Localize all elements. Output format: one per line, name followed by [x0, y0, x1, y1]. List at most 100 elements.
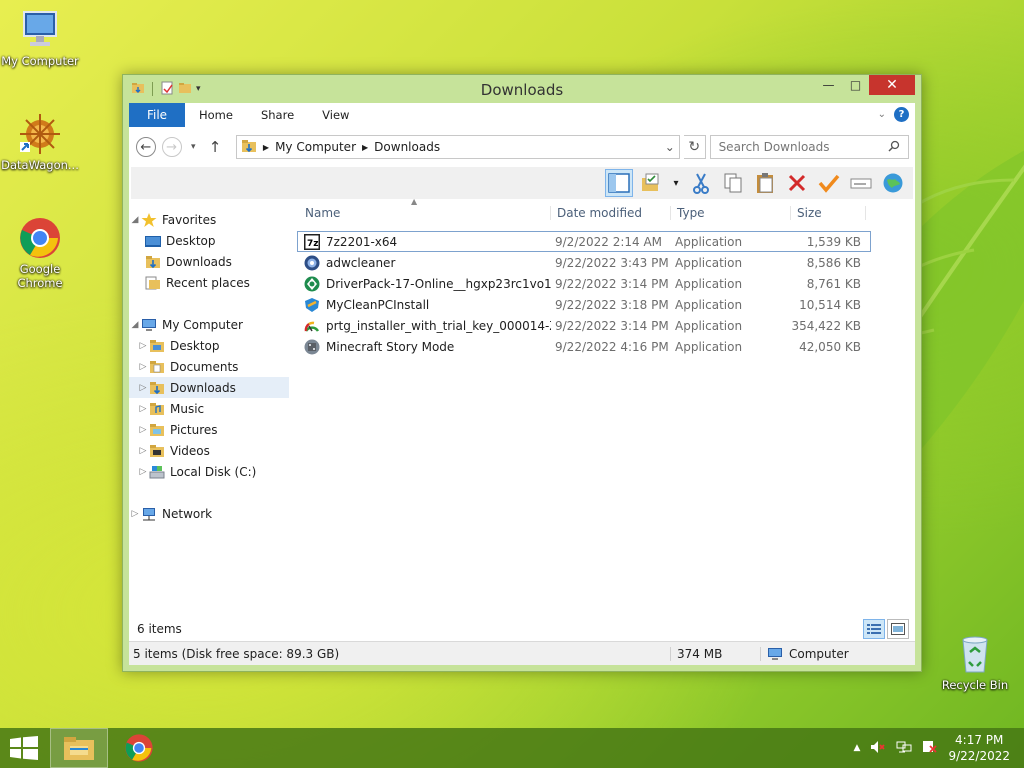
minimize-button[interactable]: — [815, 75, 842, 95]
cut-button[interactable] [687, 169, 715, 197]
title-bar[interactable]: ▾ Downloads — □ ✕ [123, 75, 921, 103]
desktop-icon-datawagon[interactable]: DataWagon... [0, 112, 80, 172]
expanded-arrow-icon[interactable]: ◢ [129, 320, 141, 330]
breadcrumb-separator-icon[interactable]: ▶ [263, 143, 269, 152]
collapsed-arrow-icon[interactable]: ▷ [129, 509, 141, 519]
large-icons-view-button[interactable] [887, 619, 909, 639]
chrome-icon [18, 216, 62, 260]
preview-pane-button[interactable] [605, 169, 633, 197]
file-row[interactable]: DriverPack-17-Online__hgxp23rc1vo1tx7 9/… [297, 273, 871, 294]
breadcrumb-downloads[interactable]: Downloads [374, 140, 440, 154]
internet-button[interactable] [879, 169, 907, 197]
system-tray: ▲ 4:17 PM 9/22/2022 [854, 728, 1024, 768]
more-options-button[interactable]: ▾ [669, 169, 683, 197]
properties-icon[interactable] [160, 81, 174, 98]
desktop-icon-my-computer[interactable]: My Computer [0, 8, 80, 68]
expand-ribbon-icon[interactable]: ⌄ [878, 109, 886, 120]
minecraft-icon [304, 339, 320, 354]
nav-pc-videos[interactable]: ▷ Videos [129, 440, 289, 461]
explorer-body: ← → ▾ ↑ ▶ My Computer ▶ Downloads ⌄ ↻ Se… [129, 127, 915, 665]
forward-button[interactable]: → [161, 136, 183, 158]
clock[interactable]: 4:17 PM 9/22/2022 [948, 732, 1010, 764]
file-row[interactable]: adwcleaner 9/22/2022 3:43 PM Application… [297, 252, 871, 273]
help-icon[interactable]: ? [894, 107, 909, 122]
nav-pc-music[interactable]: ▷ Music [129, 398, 289, 419]
address-dropdown-icon[interactable]: ⌄ [665, 140, 675, 154]
paste-button[interactable] [751, 169, 779, 197]
column-header-name[interactable]: Name ▲ [289, 197, 550, 220]
volume-muted-icon[interactable] [870, 740, 886, 757]
expanded-arrow-icon[interactable]: ◢ [129, 215, 141, 225]
tab-home[interactable]: Home [185, 103, 247, 127]
tab-file[interactable]: File [129, 103, 185, 127]
nav-fav-desktop[interactable]: Desktop [129, 230, 289, 251]
nav-pc-pictures[interactable]: ▷ Pictures [129, 419, 289, 440]
nav-my-computer[interactable]: ◢ My Computer [129, 314, 289, 335]
nav-label: Local Disk (C:) [170, 464, 257, 479]
computer-icon [141, 318, 157, 332]
taskbar-google-chrome[interactable] [110, 728, 168, 768]
collapsed-arrow-icon[interactable]: ▷ [137, 404, 149, 414]
nav-pc-downloads[interactable]: ▷ Downloads [129, 377, 289, 398]
breadcrumb-my-computer[interactable]: My Computer [275, 140, 356, 154]
up-button[interactable]: ↑ [204, 136, 226, 158]
content-area: ◢ Favorites Desktop Downloads Recent pla… [129, 197, 915, 617]
network-status-icon[interactable] [896, 740, 912, 757]
file-row[interactable]: prtg_installer_with_trial_key_000014-ZW0… [297, 315, 871, 336]
rename-button[interactable] [847, 169, 875, 197]
collapsed-arrow-icon[interactable]: ▷ [137, 383, 149, 393]
collapsed-arrow-icon[interactable]: ▷ [137, 467, 149, 477]
search-input[interactable]: Search Downloads [709, 135, 910, 159]
prtg-icon [304, 321, 320, 332]
collapsed-arrow-icon[interactable]: ▷ [137, 425, 149, 435]
desktop-icon-recycle-bin[interactable]: Recycle Bin [935, 632, 1015, 692]
chevron-down-icon[interactable]: ▾ [196, 84, 201, 94]
file-row[interactable]: Minecraft Story Mode 9/22/2022 4:16 PM A… [297, 336, 871, 357]
file-date: 9/22/2022 3:14 PM [555, 276, 669, 291]
show-hidden-icons-icon[interactable]: ▲ [854, 743, 861, 753]
select-button[interactable] [815, 169, 843, 197]
desktop-icon-google-chrome[interactable]: Google Chrome [0, 216, 80, 290]
file-row[interactable]: 7z 7z2201-x64 9/2/2022 2:14 AM Applicatio… [297, 231, 871, 252]
delete-button[interactable] [783, 169, 811, 197]
refresh-button[interactable]: ↻ [683, 135, 706, 159]
file-name: adwcleaner [326, 255, 396, 270]
scissors-icon [693, 173, 709, 194]
separator [152, 82, 153, 96]
file-date: 9/22/2022 3:14 PM [555, 318, 669, 333]
nav-fav-downloads[interactable]: Downloads [129, 251, 289, 272]
checkmark-icon [818, 174, 840, 193]
desktop-folder-icon [149, 339, 165, 353]
file-name: MyCleanPCInstall [326, 297, 430, 312]
collapsed-arrow-icon[interactable]: ▷ [137, 341, 149, 351]
maximize-button[interactable]: □ [842, 75, 869, 95]
breadcrumb-separator-icon[interactable]: ▶ [362, 143, 368, 152]
start-button[interactable] [0, 728, 48, 768]
file-row[interactable]: MyCleanPCInstall 9/22/2022 3:18 PM Appli… [297, 294, 871, 315]
nav-pc-documents[interactable]: ▷ Documents [129, 356, 289, 377]
tab-view[interactable]: View [308, 103, 363, 127]
action-center-alert-icon[interactable] [922, 740, 938, 757]
back-button[interactable]: ← [135, 136, 157, 158]
taskbar-file-explorer[interactable] [50, 728, 108, 768]
column-header-type[interactable]: Type [670, 206, 790, 220]
new-folder-icon[interactable] [178, 81, 192, 98]
collapsed-arrow-icon[interactable]: ▷ [137, 446, 149, 456]
explorer-window[interactable]: ▾ Downloads — □ ✕ File Home Share View ⌄… [122, 74, 922, 672]
collapsed-arrow-icon[interactable]: ▷ [137, 362, 149, 372]
nav-pc-local-disk[interactable]: ▷ Local Disk (C:) [129, 461, 289, 482]
tab-share[interactable]: Share [247, 103, 308, 127]
properties-button[interactable] [637, 169, 665, 197]
address-bar[interactable]: ▶ My Computer ▶ Downloads ⌄ [235, 135, 680, 159]
nav-network[interactable]: ▷ Network [129, 503, 289, 524]
recent-locations-button[interactable]: ▾ [186, 136, 200, 158]
close-button[interactable]: ✕ [869, 75, 915, 95]
column-header-size[interactable]: Size [790, 206, 866, 220]
copy-button[interactable] [719, 169, 747, 197]
details-view-button[interactable] [863, 619, 885, 639]
folder-check-icon [642, 173, 659, 191]
nav-favorites[interactable]: ◢ Favorites [129, 209, 289, 230]
nav-pc-desktop[interactable]: ▷ Desktop [129, 335, 289, 356]
nav-fav-recent-places[interactable]: Recent places [129, 272, 289, 293]
column-header-date[interactable]: Date modified [550, 206, 670, 220]
